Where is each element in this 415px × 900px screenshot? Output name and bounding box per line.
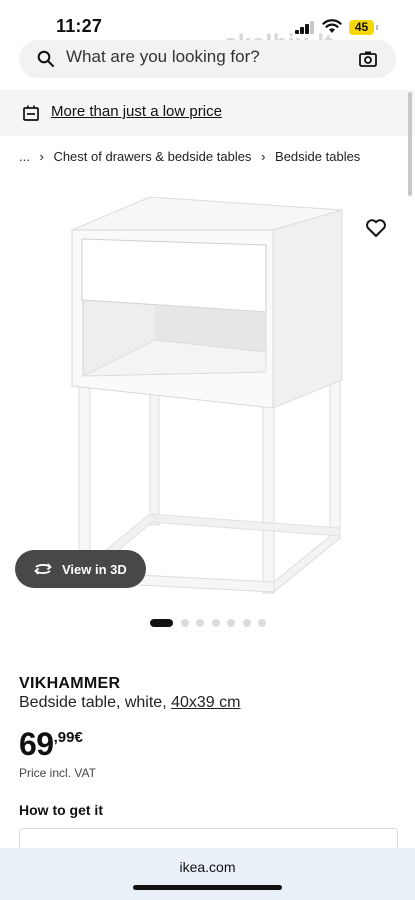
carousel-dot[interactable] <box>180 619 189 627</box>
how-to-get-it-heading: How to get it <box>19 802 103 818</box>
promo-banner: More than just a low price <box>0 90 415 136</box>
carousel-dot[interactable] <box>211 619 220 627</box>
carousel-dot[interactable] <box>258 619 266 627</box>
scrollbar[interactable] <box>408 92 412 196</box>
search-bar[interactable]: What are you looking for? <box>19 40 396 78</box>
product-description-text: Bedside table, white, <box>19 694 167 711</box>
chevron-right-icon: › <box>261 149 266 164</box>
breadcrumb: ... › Chest of drawers & bedside tables … <box>19 149 360 164</box>
home-indicator[interactable] <box>133 885 282 890</box>
view-in-3d-button[interactable]: View in 3D <box>15 550 146 588</box>
search-icon <box>37 50 54 67</box>
rotate-3d-icon <box>34 563 52 575</box>
chevron-right-icon: › <box>39 149 44 164</box>
price-integer: 69 <box>19 726 54 762</box>
status-time: 11:27 <box>56 16 103 36</box>
product-description: Bedside table, white, 40x39 cm <box>19 694 240 712</box>
breadcrumb-item-bedside-tables[interactable]: Bedside tables <box>275 149 360 164</box>
carousel-dot[interactable] <box>242 619 251 627</box>
breadcrumb-ellipsis[interactable]: ... <box>19 149 30 164</box>
carousel-dot[interactable] <box>196 619 204 627</box>
camera-search-icon[interactable] <box>358 49 378 69</box>
browser-url-bar[interactable]: ikea.com <box>0 848 415 900</box>
product-image[interactable] <box>0 190 415 610</box>
view-in-3d-label: View in 3D <box>62 562 127 577</box>
product-size-link[interactable]: 40x39 cm <box>171 694 240 711</box>
breadcrumb-item-chest-of-drawers[interactable]: Chest of drawers & bedside tables <box>53 149 251 164</box>
promo-link[interactable]: More than just a low price <box>51 103 222 120</box>
battery-tip <box>376 25 378 30</box>
price-tag-icon <box>23 105 39 121</box>
carousel-dot[interactable] <box>150 619 173 627</box>
vat-note: Price incl. VAT <box>19 766 96 780</box>
product-name: VIKHAMMER <box>19 675 121 692</box>
price-decimal: ,99€ <box>53 729 83 746</box>
favorite-heart-icon[interactable] <box>364 216 388 240</box>
search-input[interactable]: What are you looking for? <box>66 47 260 67</box>
product-price: 69,99€ <box>19 726 83 763</box>
url-text[interactable]: ikea.com <box>0 859 415 875</box>
carousel-dot[interactable] <box>227 619 235 627</box>
image-carousel-dots[interactable] <box>150 619 274 627</box>
battery-indicator: 45 <box>349 20 374 35</box>
status-bar: 11:27 45 skelbiu.lt <box>0 0 415 57</box>
